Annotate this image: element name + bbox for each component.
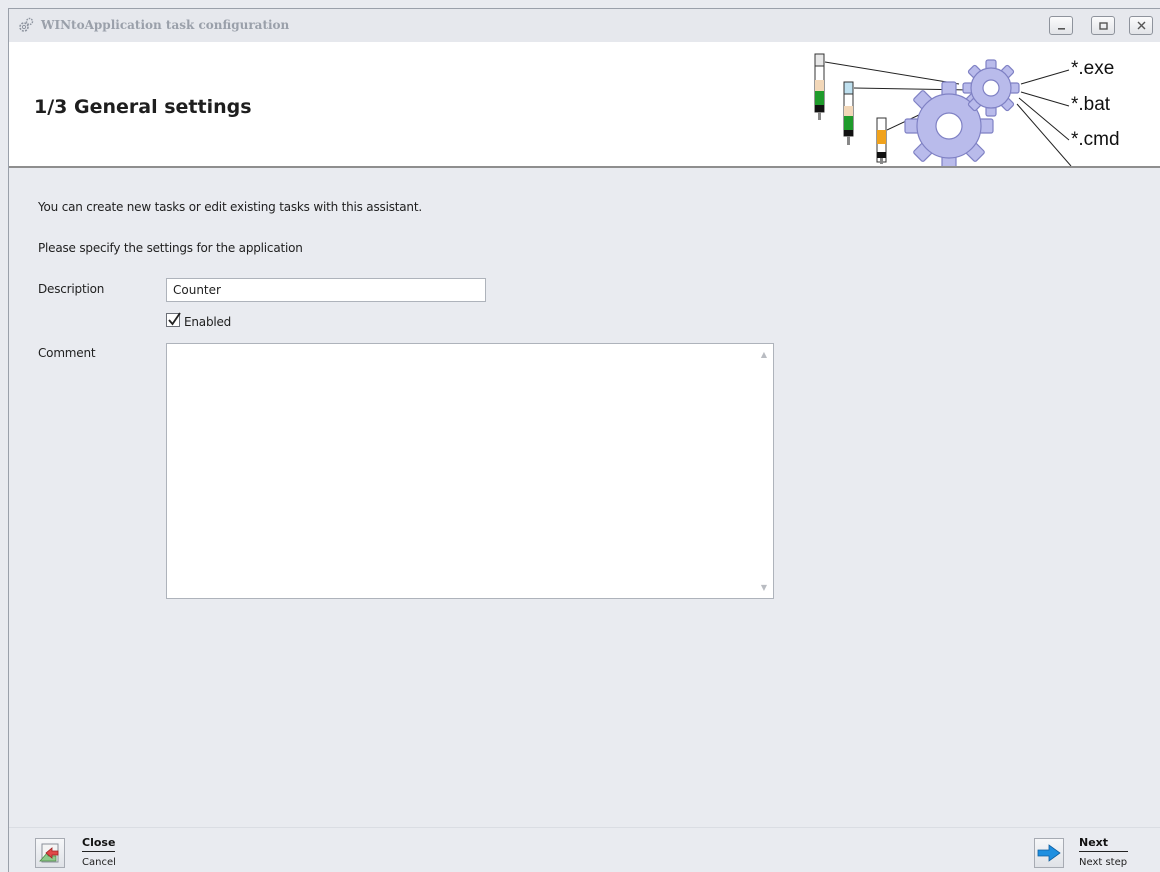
wizard-window: WINtoApplication task configuration 1/3 … [8, 8, 1160, 872]
description-input[interactable]: Counter [166, 278, 486, 302]
maximize-icon [1099, 22, 1108, 30]
enabled-label[interactable]: Enabled [184, 315, 231, 329]
next-step-label[interactable]: Next step [1079, 857, 1127, 868]
comment-textarea[interactable]: ▲ ▼ [166, 343, 774, 599]
enabled-checkbox[interactable] [166, 312, 181, 327]
close-button-label[interactable]: Close [82, 836, 116, 852]
extension-label: *.cmd [1071, 129, 1120, 150]
window-close-button[interactable] [1129, 16, 1153, 35]
checkmark-icon [168, 312, 181, 326]
close-icon [1137, 21, 1146, 30]
wizard-footer: Close Cancel Next Next step [9, 827, 1160, 872]
application-gears-illustration: *.exe *.bat *.cmd ... [814, 53, 1120, 166]
close-wizard-button[interactable] [35, 838, 65, 868]
page-title: 1/3 General settings [34, 96, 252, 118]
gear-icon [962, 59, 1020, 117]
signal-tower-icon [876, 117, 887, 164]
instructions-text: Please specify the settings for the appl… [38, 241, 303, 255]
minimize-button[interactable] [1049, 16, 1073, 35]
extension-label: ... [1071, 158, 1081, 166]
maximize-button[interactable] [1091, 16, 1115, 35]
signal-tower-icon [814, 53, 825, 120]
scroll-up-icon[interactable]: ▲ [761, 350, 767, 359]
extension-label: *.bat [1071, 94, 1111, 115]
close-wizard-icon [39, 843, 59, 863]
cancel-label[interactable]: Cancel [82, 857, 116, 868]
wizard-header: 1/3 General settings *.exe *.bat *.cmd .… [9, 42, 1160, 168]
window-title: WINtoApplication task configuration [41, 18, 290, 32]
minimize-icon [1058, 28, 1065, 30]
comment-label: Comment [38, 346, 96, 360]
signal-tower-icon [843, 81, 854, 145]
next-button[interactable] [1034, 838, 1064, 868]
title-bar: WINtoApplication task configuration [9, 9, 1160, 43]
intro-text: You can create new tasks or edit existin… [38, 200, 422, 214]
arrow-right-icon [1037, 844, 1061, 862]
description-label: Description [38, 282, 105, 296]
scroll-down-icon[interactable]: ▼ [761, 583, 767, 592]
extension-label: *.exe [1071, 58, 1114, 79]
next-button-label[interactable]: Next [1079, 836, 1129, 852]
gears-icon [18, 17, 34, 33]
